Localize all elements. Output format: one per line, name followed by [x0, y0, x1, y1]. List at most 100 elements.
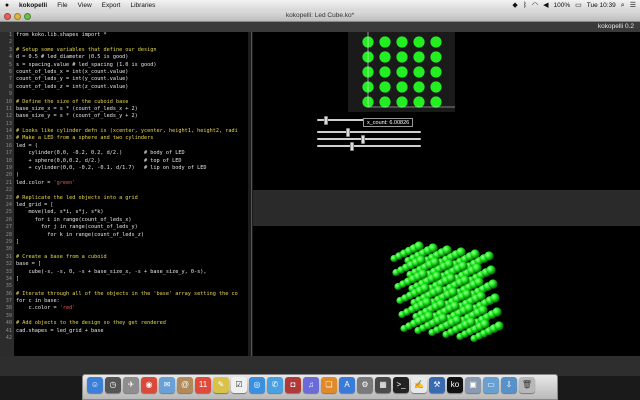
- code-line[interactable]: 39: [0, 313, 251, 320]
- code-text[interactable]: led_grid = [: [16, 202, 53, 209]
- code-text[interactable]: base = [: [16, 261, 41, 268]
- code-line[interactable]: 26 for i in range(count_of_leds_x): [0, 217, 251, 224]
- notifications-icon[interactable]: ☰: [630, 0, 636, 11]
- led-cube-3d-view[interactable]: [253, 226, 640, 356]
- activity-icon[interactable]: ▦: [375, 377, 391, 393]
- reminders-icon[interactable]: ☑: [231, 377, 247, 393]
- messages-icon[interactable]: ✆: [267, 377, 283, 393]
- code-line[interactable]: 6 count_of_leds_x = int(x_count.value): [0, 69, 251, 76]
- code-text[interactable]: c.color = 'red': [16, 305, 75, 312]
- preview-icon[interactable]: ▣: [465, 377, 481, 393]
- code-line[interactable]: 27 for j in range(count_of_leds_y): [0, 224, 251, 231]
- code-text[interactable]: for k in range(count_of_leds_z): [16, 232, 144, 239]
- terminal-icon[interactable]: >_: [393, 377, 409, 393]
- slider-knob[interactable]: [324, 116, 329, 125]
- code-line[interactable]: 11 base_size_x = s * (count_of_leds_x + 2…: [0, 106, 251, 113]
- code-text[interactable]: ]: [16, 276, 19, 283]
- led-grid-preview[interactable]: [348, 32, 455, 112]
- code-line[interactable]: 10 # Define the size of the cuboid base: [0, 99, 251, 106]
- code-text[interactable]: base_size_x = s * (count_of_leds_x + 2): [16, 106, 138, 113]
- finder-icon[interactable]: ☺: [87, 377, 103, 393]
- parameter-sliders[interactable]: x_count: 6.00826: [317, 116, 429, 156]
- xcode-icon[interactable]: ⚒: [429, 377, 445, 393]
- code-line[interactable]: 19 + cylinder(0,0, -0.2, -0.1, d/1.7) # …: [0, 165, 251, 172]
- code-text[interactable]: cad.shapes = led_grid + base: [16, 328, 103, 335]
- code-lines[interactable]: 1 from koko.lib.shapes import * 2 3 # Setup …: [0, 32, 251, 342]
- volume-icon[interactable]: ◀: [543, 0, 548, 11]
- code-line[interactable]: 30: [0, 246, 251, 253]
- wifi-icon[interactable]: ◠: [532, 0, 538, 11]
- code-line[interactable]: 2: [0, 39, 251, 46]
- spotlight-icon[interactable]: ⌕: [621, 0, 625, 11]
- code-line[interactable]: 38 c.color = 'red': [0, 305, 251, 312]
- code-text[interactable]: # Setup some variables that define our d…: [16, 47, 157, 54]
- code-line[interactable]: 4 d = 0.5 # led_diameter (0.5 is good): [0, 54, 251, 61]
- code-text[interactable]: ): [16, 172, 19, 179]
- code-text[interactable]: + sphere(0,0,0.2, d/2.) # top of LED: [16, 158, 181, 165]
- code-text[interactable]: # Add objects to the design so they get …: [16, 320, 166, 327]
- code-text[interactable]: count_of_leds_z = int(z_count.value): [16, 84, 128, 91]
- code-line[interactable]: 24 led_grid = [: [0, 202, 251, 209]
- code-line[interactable]: 15 # Make a LED from a sphere and two cyl…: [0, 135, 251, 142]
- code-line[interactable]: 40 # Add objects to the design so they ge…: [0, 320, 251, 327]
- folder-icon[interactable]: ▭: [483, 377, 499, 393]
- code-line[interactable]: 28 for k in range(count_of_leds_z): [0, 232, 251, 239]
- code-line[interactable]: 37 for c in base:: [0, 298, 251, 305]
- code-line[interactable]: 25 move(led, s*i, s*j, s*k): [0, 209, 251, 216]
- code-text[interactable]: + cylinder(0,0, -0.2, -0.1, d/1.7) # lip…: [16, 165, 206, 172]
- kokopelli-icon[interactable]: ko: [447, 377, 463, 393]
- code-text[interactable]: for j in range(count_of_leds_y): [16, 224, 138, 231]
- code-text[interactable]: # Iterate through all of the objects in …: [16, 291, 238, 298]
- code-line[interactable]: 14 # Looks like cylinder defn is (xcenter…: [0, 128, 251, 135]
- code-line[interactable]: 18 + sphere(0,0,0.2, d/2.) # top of LED: [0, 158, 251, 165]
- code-text[interactable]: # Create a base from a cuboid: [16, 254, 107, 261]
- slider-knob[interactable]: [346, 128, 351, 137]
- render-viewport[interactable]: x_count: 6.00826: [253, 32, 640, 356]
- itunes-icon[interactable]: ♫: [303, 377, 319, 393]
- code-text[interactable]: led = (: [16, 143, 38, 150]
- code-line[interactable]: 23 # Replicate the led objects into a gri…: [0, 195, 251, 202]
- code-text[interactable]: from koko.lib.shapes import *: [16, 32, 107, 39]
- code-text[interactable]: d = 0.5 # led_diameter (0.5 is good): [16, 54, 128, 61]
- code-line[interactable]: 22: [0, 187, 251, 194]
- slider-track-2[interactable]: [317, 131, 421, 133]
- photobooth-icon[interactable]: ◘: [285, 377, 301, 393]
- code-line[interactable]: 35: [0, 283, 251, 290]
- calendar-icon[interactable]: 11: [195, 377, 211, 393]
- contacts-icon[interactable]: @: [177, 377, 193, 393]
- slider-knob[interactable]: [360, 135, 365, 144]
- menu-file[interactable]: File: [52, 2, 72, 9]
- code-line[interactable]: 12 base_size_y = s * (count_of_leds_y + 2…: [0, 113, 251, 120]
- code-line[interactable]: 21 led.color = 'green': [0, 180, 251, 187]
- menu-export[interactable]: Export: [97, 2, 126, 9]
- clock[interactable]: Tue 10:39: [587, 2, 616, 9]
- code-line[interactable]: 32 base = [: [0, 261, 251, 268]
- code-line[interactable]: 41 cad.shapes = led_grid + base: [0, 328, 251, 335]
- slider-track-3[interactable]: [317, 138, 421, 140]
- code-text[interactable]: # Make a LED from a sphere and two cylin…: [16, 135, 153, 142]
- code-text[interactable]: base_size_y = s * (count_of_leds_y + 2): [16, 113, 138, 120]
- chrome-icon[interactable]: ◉: [141, 377, 157, 393]
- code-line[interactable]: 33 cube(-s, -s, 0, -s + base_size_x, -s …: [0, 269, 251, 276]
- code-editor[interactable]: 1 from koko.lib.shapes import * 2 3 # Setup …: [0, 32, 252, 356]
- code-text[interactable]: count_of_leds_y = int(y_count.value): [16, 76, 128, 83]
- slider-knob[interactable]: [350, 142, 355, 151]
- code-line[interactable]: 3 # Setup some variables that define our …: [0, 47, 251, 54]
- code-line[interactable]: 9: [0, 91, 251, 98]
- slider-track-4[interactable]: [317, 145, 421, 147]
- code-text[interactable]: ]: [16, 239, 19, 246]
- code-text[interactable]: # Looks like cylinder defn is (xcenter, …: [16, 128, 238, 135]
- bluetooth-icon[interactable]: ᛒ: [523, 0, 527, 11]
- code-line[interactable]: 36 # Iterate through all of the objects i…: [0, 291, 251, 298]
- textedit-icon[interactable]: ✍: [411, 377, 427, 393]
- code-line[interactable]: 34]: [0, 276, 251, 283]
- menu-view[interactable]: View: [73, 2, 97, 9]
- code-line[interactable]: 7 count_of_leds_y = int(y_count.value): [0, 76, 251, 83]
- trash-icon[interactable]: 🗑: [519, 377, 535, 393]
- preferences-icon[interactable]: ⚙: [357, 377, 373, 393]
- mail-icon[interactable]: ✉: [159, 377, 175, 393]
- code-text[interactable]: cube(-s, -s, 0, -s + base_size_x, -s + b…: [16, 269, 206, 276]
- dropbox-icon[interactable]: ◆: [512, 0, 517, 11]
- code-line[interactable]: 31 # Create a base from a cuboid: [0, 254, 251, 261]
- code-line[interactable]: 42: [0, 335, 251, 342]
